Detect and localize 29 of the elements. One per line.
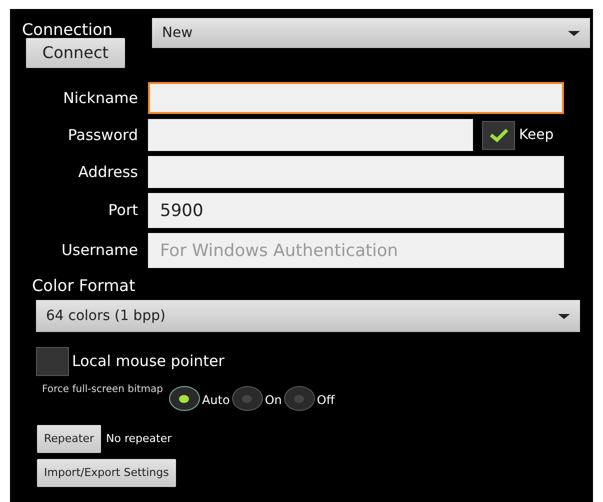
dropdown-arrow-icon	[568, 30, 580, 36]
repeater-button[interactable]: Repeater	[37, 425, 102, 453]
radio-label: Auto	[202, 392, 230, 409]
local-mouse-checkbox[interactable]	[36, 347, 69, 376]
keep-label: Keep	[519, 126, 554, 144]
text-field[interactable]	[148, 82, 564, 114]
text-field[interactable]: 5900	[148, 193, 564, 228]
radio-label: On	[264, 392, 282, 409]
color-format-dropdown[interactable]: 64 colors (1 bpp)	[36, 300, 580, 332]
import-export-button[interactable]: Import/Export Settings	[37, 459, 176, 487]
field-label: Username	[60, 240, 139, 262]
connection-label: Connection	[22, 19, 114, 41]
repeater-status: No repeater	[106, 430, 172, 447]
connection-dropdown[interactable]: New	[152, 18, 590, 48]
radio-button[interactable]	[232, 386, 263, 411]
checkbox-label: Local mouse pointer	[72, 351, 224, 372]
field-label: Address	[77, 162, 139, 183]
option-label: Force full-screen bitmap	[42, 383, 163, 397]
radio-button[interactable]	[284, 386, 315, 411]
radio-button[interactable]	[168, 386, 200, 411]
color-format-label: Color Format	[32, 275, 136, 297]
checkmark-icon	[488, 127, 508, 143]
field-label: Password	[66, 124, 139, 146]
field-label: Nickname	[62, 88, 139, 109]
dropdown-arrow-icon	[558, 314, 570, 318]
keep-checkbox[interactable]	[482, 120, 515, 150]
connect-button[interactable]: Connect	[26, 38, 125, 68]
radio-label: Off	[316, 392, 335, 409]
field-label: Port	[107, 200, 139, 222]
